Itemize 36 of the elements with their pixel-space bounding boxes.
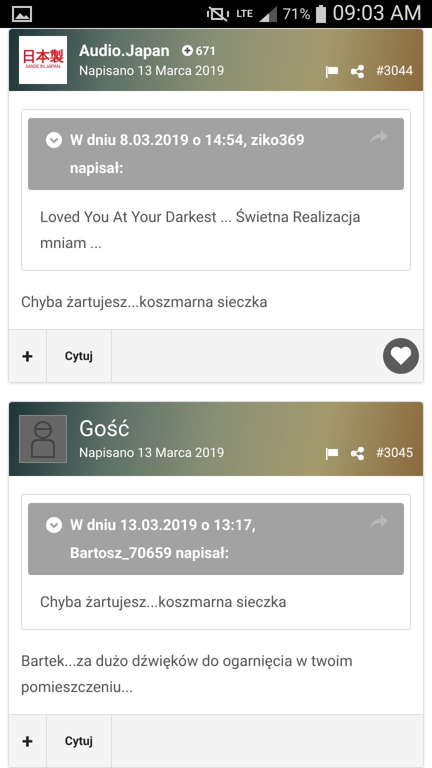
logo-text: 日本製 [22, 50, 64, 64]
post-number[interactable]: #3045 [376, 446, 413, 461]
chevron-down-icon[interactable] [46, 517, 62, 533]
reputation-value: 671 [196, 44, 216, 58]
post-date: Napisano 13 Marca 2019 [79, 446, 226, 461]
flag-icon[interactable] [324, 448, 339, 460]
guest-avatar[interactable] [19, 415, 67, 463]
vibrate-mute-icon [206, 6, 230, 22]
battery-percent: 71% [282, 5, 310, 23]
quote-button[interactable]: Cytuj [46, 715, 112, 767]
quote-attribution: W dniu 8.03.2019 o 14:54, ziko369 napisał: [70, 130, 306, 179]
network-type: LTE [236, 8, 253, 20]
quote-text: Chyba żartujesz...koszmarna sieczka [39, 592, 288, 613]
quote-button[interactable]: Cytuj [46, 330, 112, 382]
add-button[interactable]: + [9, 330, 47, 382]
image-icon [12, 6, 32, 22]
author-name[interactable]: Audio.Japan [79, 41, 170, 60]
person-icon [28, 420, 58, 458]
plus-circle-icon [182, 45, 193, 56]
heart-icon [390, 346, 412, 366]
like-button[interactable] [383, 338, 419, 374]
signal-icon [258, 6, 277, 22]
author-name[interactable]: Gość [79, 417, 130, 442]
post-date: Napisano 13 Marca 2019 [79, 64, 226, 79]
share-icon[interactable] [350, 447, 364, 460]
clock: 09:03 AM [332, 2, 422, 26]
post-text: Bartek...za dużo dźwięków do ogarnięcia w twoim pomieszczeniu... [21, 651, 354, 698]
chevron-down-icon[interactable] [46, 132, 62, 148]
add-button[interactable]: + [9, 715, 47, 767]
post-text: Chyba żartujesz...koszmarna sieczka [21, 292, 269, 313]
share-icon[interactable] [350, 65, 364, 78]
quote-attribution: W dniu 13.03.2019 o 13:17, Bartosz_70659 napisał: [70, 515, 257, 564]
post-number[interactable]: #3044 [376, 64, 413, 79]
flag-icon[interactable] [324, 66, 339, 78]
battery-icon [316, 5, 326, 23]
quote-text: Loved You At Your Darkest ... Świetna Realizacja mniam ... [39, 207, 362, 254]
